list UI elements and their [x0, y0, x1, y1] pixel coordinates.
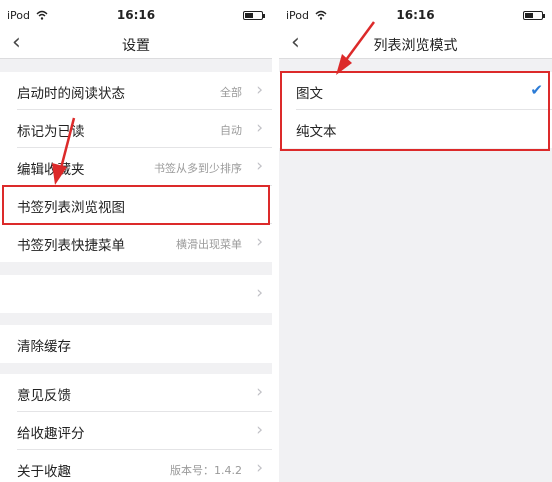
- list-view-mode-screen: iPod 16:16 ‹ 列表浏览模式 图文 ✔ 纯文本: [279, 0, 552, 482]
- settings-screen: iPod 16:16 ‹ 设置 启动时的阅读状态 全部 › 标记为已读 自动 ›…: [0, 0, 272, 482]
- screen-divider: [272, 0, 279, 482]
- annotation-arrow: [336, 21, 376, 75]
- annotation-arrow: [52, 117, 76, 185]
